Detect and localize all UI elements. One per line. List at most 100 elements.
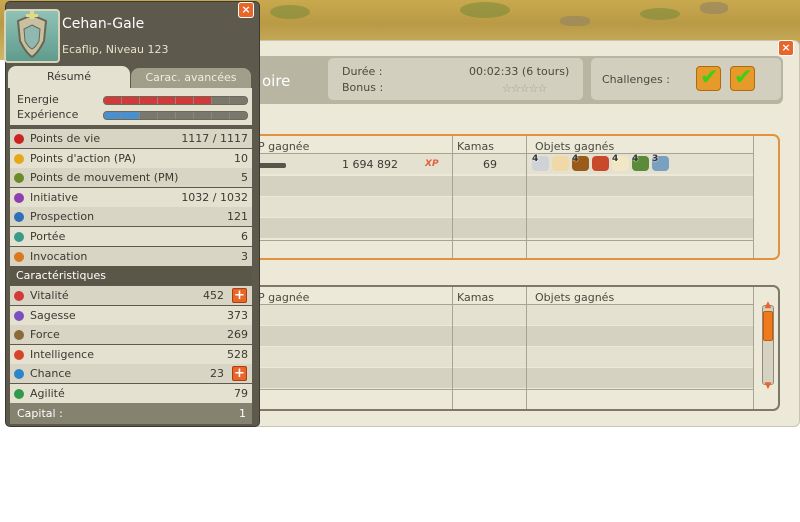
capital-row: Capital : 1 xyxy=(10,403,252,424)
stat-label: Points de mouvement (PM) xyxy=(30,171,179,185)
bar-segment xyxy=(176,112,193,119)
item-gained-icon[interactable]: 3 xyxy=(652,154,669,171)
eye-icon xyxy=(14,232,24,242)
bonus-stars: ☆☆☆☆☆ xyxy=(502,82,547,95)
fight-title: oire xyxy=(262,72,291,90)
item-gained-icon[interactable]: 4 xyxy=(532,154,549,171)
duree-value: 00:02:33 (6 tours) xyxy=(469,65,570,78)
carac-row: Agilité 79 xyxy=(10,384,252,403)
losers-table: P gagnée Kamas Objets gagnés ▲ ▼ xyxy=(248,285,780,411)
challenge-success-icon[interactable] xyxy=(730,65,755,91)
stat-value: 5 xyxy=(241,171,248,185)
item-gained-icon[interactable]: 4 xyxy=(632,154,649,171)
stat-value: 121 xyxy=(227,210,248,224)
item-quantity: 4 xyxy=(572,154,579,164)
experience-bar xyxy=(103,111,248,120)
table-row[interactable] xyxy=(250,368,753,388)
item-gained-icon[interactable] xyxy=(592,156,609,171)
table-row[interactable] xyxy=(250,347,753,367)
item-gained-icon[interactable] xyxy=(552,156,569,171)
heart-icon xyxy=(14,134,24,144)
stat-label: Invocation xyxy=(30,249,88,263)
stat-value: 10 xyxy=(234,151,248,165)
star-icon xyxy=(14,153,24,164)
carac-label: Vitalité xyxy=(30,289,69,302)
duree-label: Durée : xyxy=(342,65,383,78)
stat-row: Initiative 1032 / 1032 xyxy=(10,187,252,207)
bar-segment xyxy=(140,97,157,104)
scroll-down-icon[interactable]: ▼ xyxy=(762,382,774,391)
item-quantity: 4 xyxy=(532,154,539,164)
bar-segment xyxy=(158,97,175,104)
item-quantity: 4 xyxy=(612,154,619,164)
table-row[interactable] xyxy=(250,326,753,346)
character-close-button[interactable]: × xyxy=(238,2,254,18)
item-gained-icon[interactable]: 4 xyxy=(572,154,589,171)
carac-label: Agilité xyxy=(30,387,65,400)
tab-resume[interactable]: Résumé xyxy=(8,66,130,88)
xp-gained: 1 694 892 xyxy=(342,158,398,171)
agility-icon xyxy=(14,389,24,399)
bar-segment xyxy=(176,97,193,104)
boot-icon xyxy=(14,173,24,184)
stat-label: Prospection xyxy=(30,210,95,224)
carac-label: Chance xyxy=(30,367,72,381)
carac-value: 269 xyxy=(227,328,248,342)
item-gained-icon[interactable]: 4 xyxy=(612,154,629,171)
carac-label: Force xyxy=(30,328,60,342)
stat-value: 1032 / 1032 xyxy=(181,190,248,204)
carac-label: Sagesse xyxy=(30,308,76,322)
xp-icon: XP xyxy=(425,159,439,169)
strength-icon xyxy=(14,330,24,341)
table-row[interactable] xyxy=(250,218,753,238)
carac-row: Chance 23 + xyxy=(10,364,252,384)
bar-segment xyxy=(122,97,139,104)
intelligence-icon xyxy=(14,349,24,360)
fight-close-button[interactable]: × xyxy=(778,40,794,56)
capital-value: 1 xyxy=(239,407,246,420)
scroll-thumb[interactable] xyxy=(763,311,773,341)
table-row[interactable] xyxy=(250,197,753,217)
caracteristiques-header: Caractéristiques xyxy=(10,266,252,285)
experience-label: Expérience xyxy=(17,108,79,121)
bar-segment xyxy=(104,97,121,104)
boost-plus-button[interactable]: + xyxy=(232,288,247,303)
initiative-icon xyxy=(14,192,24,203)
energy-experience-box: Energie Expérience xyxy=(10,88,252,125)
stat-row: Portée 6 xyxy=(10,227,252,246)
stat-label: Initiative xyxy=(30,190,79,204)
carac-label: Intelligence xyxy=(30,347,95,361)
shield-icon xyxy=(16,11,48,59)
character-class-level: Ecaflip, Niveau 123 xyxy=(62,43,169,56)
tab-carac-avancees[interactable]: Carac. avancées xyxy=(131,68,251,88)
vitality-icon xyxy=(14,291,24,301)
bar-segment xyxy=(194,112,211,119)
stat-value: 1117 / 1117 xyxy=(181,132,248,145)
boost-plus-button[interactable]: + xyxy=(232,366,247,382)
bar-segment xyxy=(230,97,247,104)
stat-row: Points d'action (PA) 10 xyxy=(10,148,252,168)
carac-value: 23 xyxy=(210,367,224,381)
challenges-box: Challenges : xyxy=(591,58,781,100)
energie-bar xyxy=(103,96,248,105)
prospection-icon xyxy=(14,212,24,223)
game-screen: × oire Durée : 00:02:33 (6 tours) Bonus … xyxy=(0,0,800,427)
chance-icon xyxy=(14,369,24,380)
table-row[interactable] xyxy=(250,305,753,325)
item-quantity: 3 xyxy=(652,154,659,164)
challenges-label: Challenges : xyxy=(602,73,670,86)
carac-row: Vitalité 452 + xyxy=(10,286,252,305)
scroll-up-icon[interactable]: ▲ xyxy=(762,301,774,310)
character-name: Cehan-Gale xyxy=(62,16,145,32)
bar-segment xyxy=(158,112,175,119)
energie-label: Energie xyxy=(17,93,59,106)
table-row[interactable]: 1 694 892 XP 69 4 4 4 4 3 xyxy=(250,154,753,174)
losers-scrollbar[interactable]: ▲ ▼ xyxy=(762,301,774,391)
bar-segment xyxy=(230,112,247,119)
stat-label: Points de vie xyxy=(30,132,101,145)
item-quantity: 4 xyxy=(632,154,639,164)
challenge-success-icon[interactable] xyxy=(696,65,721,91)
bonus-label: Bonus : xyxy=(342,81,384,94)
stat-row: Invocation 3 xyxy=(10,246,252,266)
table-row[interactable] xyxy=(250,176,753,196)
